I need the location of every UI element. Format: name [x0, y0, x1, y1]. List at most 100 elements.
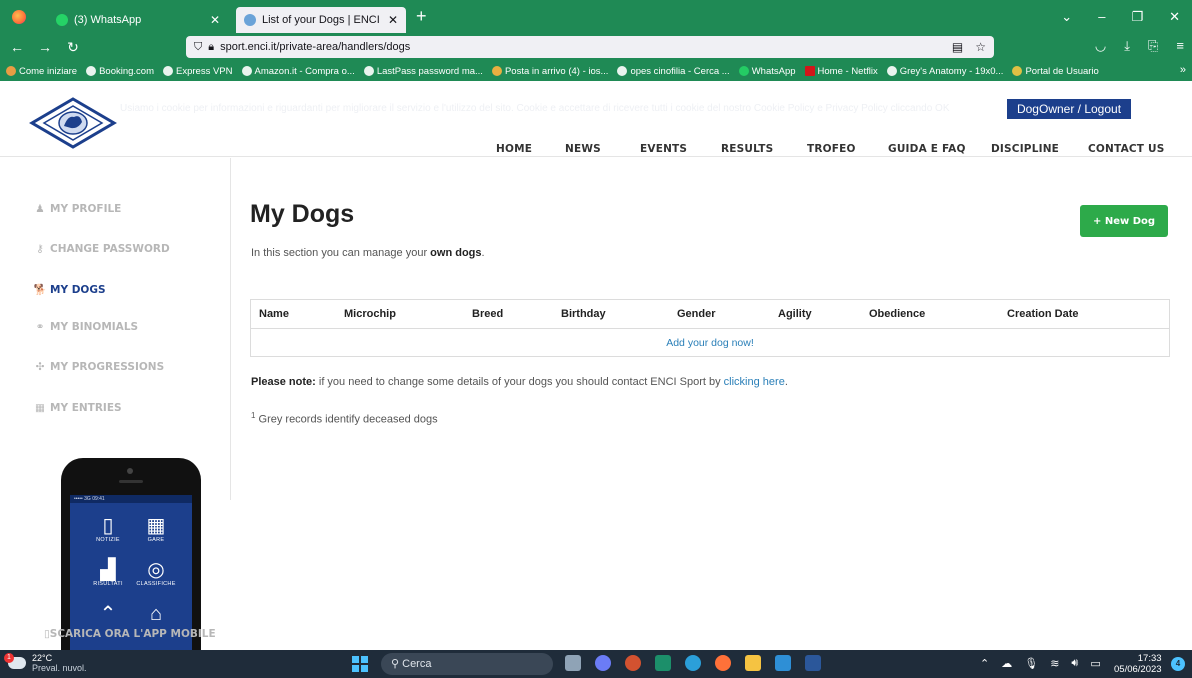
nav-home[interactable]: HOME — [496, 143, 532, 155]
calendar-clock-icon: ▦ — [146, 515, 166, 537]
search-icon: ⚲ — [391, 658, 400, 670]
tab-label: List of your Dogs | ENCI Sport — [262, 14, 382, 26]
nav-guida-faq[interactable]: GUIDA E FAQ — [888, 143, 966, 155]
owner-logout-button[interactable]: DogOwner / Logout — [1007, 99, 1131, 119]
user-icon: ♟ — [35, 203, 45, 215]
link-icon: ⚭ — [35, 321, 45, 333]
bookmark-item[interactable]: Posta in arrivo (4) - ios... — [491, 66, 608, 77]
column-breed: Breed — [472, 308, 504, 320]
reader-view-icon[interactable]: ▤ — [952, 40, 963, 54]
clock-date: 05/06/2023 — [1114, 664, 1162, 675]
powerpoint-icon[interactable] — [625, 655, 641, 671]
nav-results[interactable]: RESULTS — [721, 143, 773, 155]
address-bar[interactable]: ⛉ 🔒︎ sport.enci.it/private-area/handlers… — [186, 36, 994, 58]
bookmarks-overflow-icon[interactable]: » — [1180, 64, 1186, 76]
pocket-icon[interactable]: ◡ — [1095, 38, 1106, 54]
menu-icon[interactable]: ≡ — [1176, 38, 1184, 54]
nav-trofeo[interactable]: TROFEO — [807, 143, 856, 155]
onedrive-icon[interactable]: ☁ — [1001, 657, 1012, 670]
calendar-icon: ▦ — [35, 402, 45, 414]
close-tab-icon[interactable]: ✕ — [388, 13, 398, 27]
clicking-here-link[interactable]: clicking here — [724, 376, 785, 388]
close-tab-icon[interactable]: ✕ — [210, 13, 220, 27]
windows-start-icon[interactable] — [352, 656, 368, 672]
column-creation-date: Creation Date — [1007, 308, 1079, 320]
whatsapp-icon — [56, 14, 68, 26]
bookmark-item[interactable]: Portal de Usuario — [1012, 66, 1099, 77]
bookmark-item[interactable]: Amazon.it - Compra o... — [241, 66, 355, 77]
close-window-icon[interactable]: ✕ — [1169, 9, 1180, 25]
nav-discipline[interactable]: DISCIPLINE — [991, 143, 1059, 155]
word-icon[interactable] — [805, 655, 821, 671]
bookmark-item[interactable]: WhatsApp — [738, 66, 796, 77]
teams-icon[interactable] — [595, 655, 611, 671]
tray-chevron-icon[interactable]: ⌃ — [980, 657, 989, 670]
bookmark-item[interactable]: LastPass password ma... — [363, 66, 483, 77]
restore-icon[interactable]: ❐ — [1131, 9, 1143, 25]
arrow-icon: ⌃ — [99, 603, 117, 625]
bookmark-item[interactable]: opes cinofilia - Cerca ... — [617, 66, 730, 77]
volume-icon[interactable]: 🔊︎ — [1071, 657, 1078, 670]
news-icon: ▯ — [102, 515, 114, 537]
edge-icon[interactable] — [685, 655, 701, 671]
extensions-icon[interactable]: ⎘ — [1148, 38, 1158, 54]
url-text[interactable]: sport.enci.it/private-area/handlers/dogs — [220, 41, 410, 53]
app-icon[interactable] — [775, 655, 791, 671]
taskbar-search[interactable]: ⚲ Cerca — [381, 653, 553, 675]
minimize-icon[interactable]: – — [1098, 9, 1105, 25]
weather-widget[interactable]: 1 22°C Preval. nuvol. — [4, 653, 87, 673]
notification-badge[interactable]: 4 — [1171, 657, 1185, 671]
column-birthday: Birthday — [561, 308, 606, 320]
column-obedience: Obedience — [869, 308, 926, 320]
bookmarks-bar: Come iniziare Booking.com Express VPN Am… — [0, 61, 1192, 81]
mobile-app-phone-image[interactable]: ••••• 3G 09:41 ▯ NOTIZIE ▦ GARE ▟ RISULT… — [61, 458, 201, 650]
firefox-taskbar-icon[interactable] — [715, 655, 731, 671]
bookmark-item[interactable]: Grey's Anatomy - 19x0... — [886, 66, 1003, 77]
bookmark-star-icon[interactable]: ☆ — [975, 40, 986, 54]
dog-icon: 🐕 — [33, 284, 47, 296]
bookmark-item[interactable]: Express VPN — [163, 66, 233, 77]
excel-icon[interactable] — [655, 655, 671, 671]
app-tile-more: ⌃ — [88, 603, 128, 625]
enci-logo[interactable] — [28, 97, 118, 149]
tab-enci-dogs[interactable]: List of your Dogs | ENCI Sport ✕ — [236, 7, 406, 33]
home-icon: ⌂ — [149, 603, 163, 625]
taskbar-clock[interactable]: 17:33 05/06/2023 — [1114, 653, 1162, 675]
nav-contact-us[interactable]: CONTACT US — [1088, 143, 1165, 155]
tab-whatsapp[interactable]: (3) WhatsApp ✕ — [48, 7, 228, 33]
file-explorer-icon[interactable] — [745, 655, 761, 671]
forward-icon[interactable]: → — [34, 39, 56, 55]
bookmark-item[interactable]: Booking.com — [86, 66, 154, 77]
dogs-table: Name Microchip Breed Birthday Gender Agi… — [250, 299, 1170, 357]
sidebar-item-my-binomials[interactable]: ⚭ MY BINOMIALS — [33, 321, 138, 333]
bookmark-item[interactable]: Home - Netflix — [804, 66, 878, 77]
task-view-icon[interactable] — [565, 655, 581, 671]
new-tab-icon[interactable]: + — [416, 6, 427, 27]
back-icon[interactable]: ← — [6, 39, 28, 55]
battery-icon[interactable]: ▭ — [1090, 657, 1100, 670]
shield-icon[interactable]: ⛉ — [194, 41, 202, 54]
wifi-icon[interactable]: ≋ — [1050, 657, 1059, 670]
downloads-icon[interactable]: ⤓ — [1124, 38, 1130, 54]
weather-badge: 1 — [4, 653, 14, 663]
add-dog-link[interactable]: Add your dog now! — [251, 329, 1169, 357]
podium-icon: ▟ — [100, 559, 116, 581]
reload-icon[interactable]: ↻ — [62, 39, 84, 56]
nav-events[interactable]: EVENTS — [640, 143, 687, 155]
new-dog-button[interactable]: + New Dog — [1080, 205, 1168, 237]
microphone-icon[interactable]: 🎙︎ — [1024, 657, 1038, 670]
app-download-link[interactable]: ▯SCARICA ORA L'APP MOBILE — [44, 628, 216, 640]
system-tray: ⌃ ☁ 🎙︎ ≋ 🔊︎ ▭ — [980, 657, 1101, 670]
sidebar-item-my-progressions[interactable]: ✣ MY PROGRESSIONS — [33, 361, 165, 373]
sidebar-item-my-dogs[interactable]: 🐕 MY DOGS — [33, 283, 105, 297]
firefox-icon[interactable] — [12, 9, 26, 24]
tab-list-icon[interactable]: ⌄ — [1061, 9, 1072, 25]
sidebar-item-my-profile[interactable]: ♟ MY PROFILE — [33, 203, 121, 215]
lock-icon[interactable]: 🔒︎ — [208, 41, 214, 54]
nav-news[interactable]: NEWS — [565, 143, 601, 155]
sidebar-item-my-entries[interactable]: ▦ MY ENTRIES — [33, 402, 122, 414]
bookmark-item[interactable]: Come iniziare — [6, 66, 77, 77]
key-icon: ⚷ — [36, 243, 44, 255]
cloud-icon: 1 — [4, 653, 26, 669]
sidebar-item-change-password[interactable]: ⚷ CHANGE PASSWORD — [33, 243, 170, 255]
